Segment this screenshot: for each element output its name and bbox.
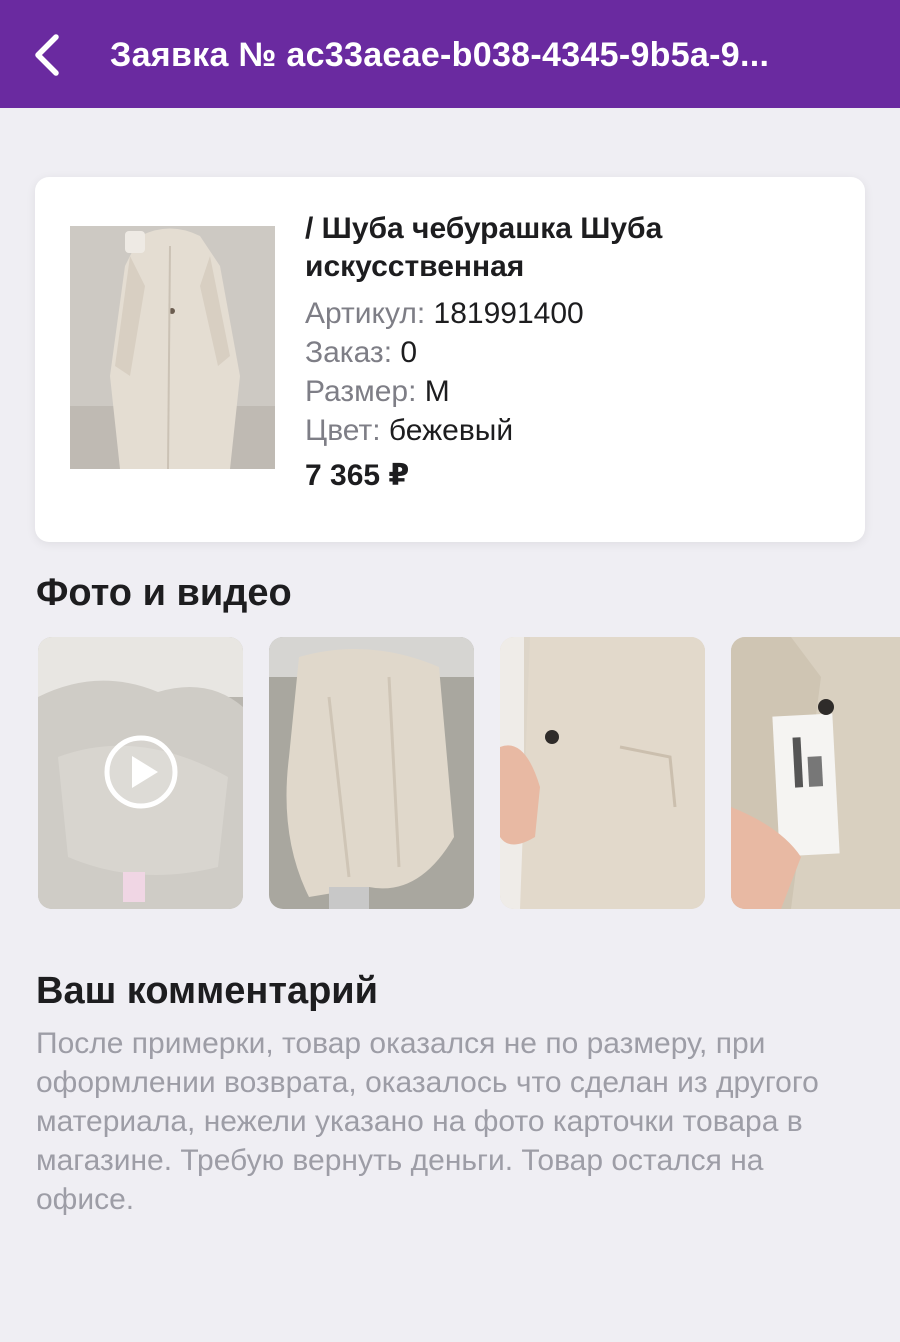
media-video-thumb[interactable] bbox=[38, 637, 243, 909]
article-label: Артикул: bbox=[305, 297, 426, 330]
order-row: Заказ: 0 bbox=[305, 333, 825, 372]
product-image bbox=[70, 226, 275, 469]
color-row: Цвет: бежевый bbox=[305, 411, 825, 450]
back-button[interactable] bbox=[22, 30, 72, 80]
size-row: Размер: M bbox=[305, 372, 825, 411]
page-title: Заявка № ac33aeae-b038-4345-9b5a-9... bbox=[110, 36, 770, 74]
order-value: 0 bbox=[400, 336, 418, 369]
comment-section-title: Ваш комментарий bbox=[36, 970, 379, 1012]
media-photo-thumb[interactable] bbox=[500, 637, 705, 909]
article-value: 181991400 bbox=[433, 297, 584, 330]
size-value: M bbox=[424, 375, 450, 408]
comment-text: После примерки, товар оказался не по раз… bbox=[36, 1027, 819, 1216]
product-price: 7 365 ₽ bbox=[305, 459, 410, 492]
article-row: Артикул: 181991400 bbox=[305, 294, 825, 333]
media-photo-thumb[interactable] bbox=[269, 637, 474, 909]
top-bar: Заявка № ac33aeae-b038-4345-9b5a-9... bbox=[0, 0, 900, 108]
chevron-left-icon bbox=[35, 34, 59, 76]
product-info: / Шуба чебурашка Шуба искусственная Арти… bbox=[305, 210, 825, 493]
product-card[interactable]: / Шуба чебурашка Шуба искусственная Арти… bbox=[35, 177, 865, 542]
media-gallery[interactable] bbox=[38, 637, 900, 912]
color-value: бежевый bbox=[388, 414, 514, 447]
size-label: Размер: bbox=[305, 375, 417, 408]
product-name: / Шуба чебурашка Шуба искусственная bbox=[305, 212, 663, 283]
media-photo-thumb[interactable] bbox=[731, 637, 900, 909]
media-section-title: Фото и видео bbox=[36, 572, 292, 614]
color-label: Цвет: bbox=[305, 414, 381, 447]
order-label: Заказ: bbox=[305, 336, 393, 369]
